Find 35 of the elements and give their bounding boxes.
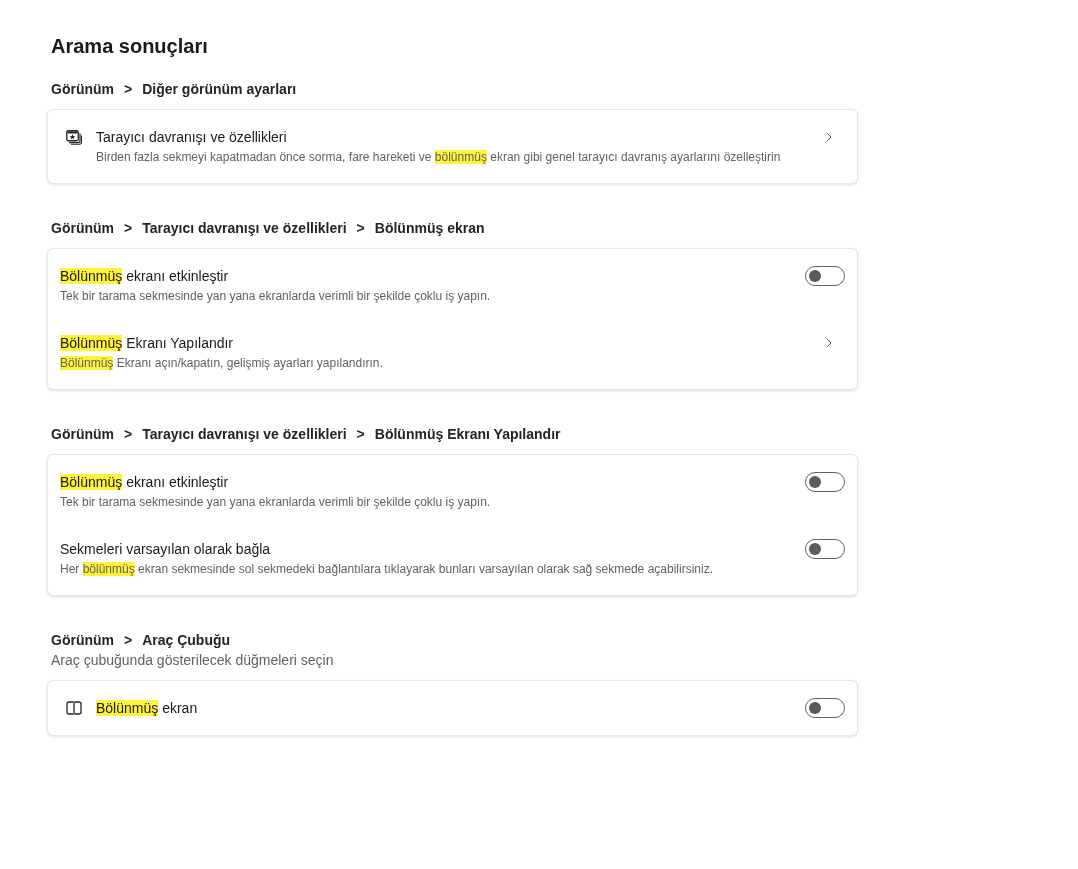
setting-description: Tek bir tarama sekmesinde yan yana ekranlarda verimli bir şekilde çoklu iş yapın. — [60, 288, 492, 305]
setting-description: Bölünmüş Ekranı açın/kapatın, gelişmiş ayarları yapılandırın. — [60, 355, 384, 372]
toggle-switch[interactable] — [805, 539, 845, 559]
toggle-switch[interactable] — [805, 698, 845, 718]
breadcrumb-item: Diğer görünüm ayarları — [142, 79, 297, 99]
setting-description: Tek bir tarama sekmesinde yan yana ekranlarda verimli bir şekilde çoklu iş yapın. — [60, 494, 492, 511]
toggle-switch[interactable] — [805, 472, 845, 492]
breadcrumb-item: Görünüm — [51, 79, 114, 99]
window-star-icon — [66, 129, 82, 145]
setting-title: Bölünmüş ekranı etkinleştir — [60, 473, 230, 492]
toggle-switch[interactable] — [805, 266, 845, 286]
breadcrumb-separator: > — [124, 79, 133, 99]
page-title: Arama sonuçları — [50, 34, 209, 59]
breadcrumb-item: Görünüm — [51, 424, 114, 444]
breadcrumb-item: Tarayıcı davranışı ve özellikleri — [142, 218, 347, 238]
setting-description: Birden fazla sekmeyi kapatmadan önce sorma, fare hareketi ve bölünmüş ekran gibi genel tarayıcı davranış ayarlarını özelleştirin — [96, 149, 782, 166]
breadcrumb-separator: > — [124, 630, 133, 650]
breadcrumb-item: Tarayıcı davranışı ve özellikleri — [142, 424, 347, 444]
breadcrumb-item: Bölünmüş Ekranı Yapılandır — [374, 424, 561, 444]
section-subtitle: Araç çubuğunda gösterilecek düğmeleri seçin — [50, 651, 335, 670]
breadcrumb-item: Bölünmüş ekran — [374, 218, 485, 238]
setting-title: Bölünmüş ekran — [96, 699, 199, 718]
breadcrumb-separator: > — [124, 424, 133, 444]
breadcrumb-item: Görünüm — [51, 630, 114, 650]
breadcrumb-separator: > — [356, 424, 365, 444]
breadcrumb-separator: > — [124, 218, 133, 238]
setting-title: Bölünmüş Ekranı Yapılandır — [60, 334, 235, 353]
setting-title: Bölünmüş ekranı etkinleştir — [60, 267, 230, 286]
breadcrumb-item: Görünüm — [51, 218, 114, 238]
breadcrumb-item: Araç Çubuğu — [142, 630, 231, 650]
split-screen-icon — [66, 701, 82, 715]
setting-title: Sekmeleri varsayılan olarak bağla — [60, 540, 272, 559]
breadcrumb-separator: > — [356, 218, 365, 238]
setting-title: Tarayıcı davranışı ve özellikleri — [96, 128, 288, 147]
setting-description: Her bölünmüş ekran sekmesinde sol sekmedeki bağlantılara tıklayarak bunları varsayılan olarak sağ sekmede açabilirsiniz. — [60, 561, 714, 578]
